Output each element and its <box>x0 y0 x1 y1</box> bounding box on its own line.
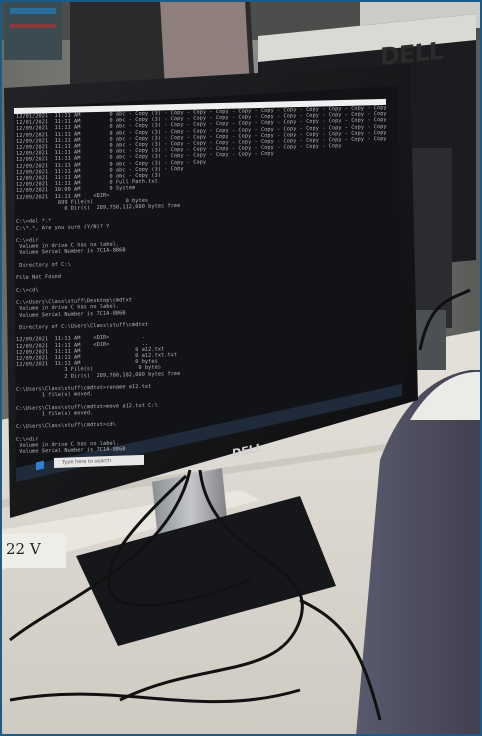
shelf-item-2 <box>10 24 56 28</box>
photo-scene: 12/01/2021 11:11 AM 0 abc - Copy (3) - C… <box>0 0 482 736</box>
windows-start-icon[interactable] <box>36 460 44 471</box>
command-prompt-output: 12/01/2021 11:11 AM 0 abc - Copy (3) - C… <box>16 105 388 454</box>
shelf-item-1 <box>10 8 56 14</box>
desk-label: 22 V <box>6 540 41 558</box>
